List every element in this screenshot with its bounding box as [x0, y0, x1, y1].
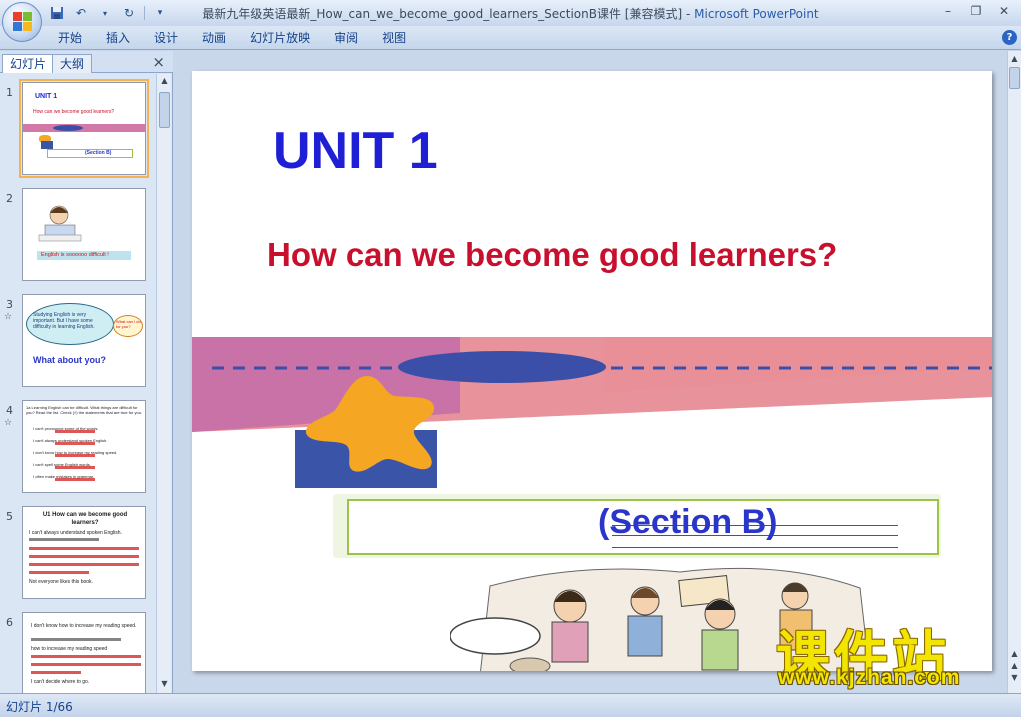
close-icon[interactable]: ✕ — [991, 2, 1017, 20]
thumb-red-line — [55, 442, 95, 445]
tab-animations[interactable]: 动画 — [190, 30, 238, 47]
minimize-icon[interactable]: – — [935, 2, 961, 20]
pane-tabs: 幻灯片 大纲 × — [0, 51, 173, 73]
thumb-chinese-line — [29, 538, 99, 541]
animation-icon: ☆ — [4, 418, 13, 428]
title-bar: ↶ ▾ ↻ ▾ 最新九年级英语最新_How_can_we_become_good… — [0, 0, 1021, 26]
section-underline — [612, 547, 898, 548]
ribbon-tabs: 开始 插入 设计 动画 幻灯片放映 审阅 视图 — [46, 30, 418, 47]
tab-insert[interactable]: 插入 — [94, 30, 142, 47]
slide-thumbnail-2[interactable]: English is soooooo difficult ! — [22, 188, 146, 281]
scroll-up-icon[interactable]: ▲ — [1009, 54, 1020, 66]
status-bar: 幻灯片 1/66 — [0, 693, 1021, 717]
tab-slides[interactable]: 幻灯片 — [2, 54, 55, 73]
office-logo-icon — [13, 12, 33, 32]
watermark-url: www.kjzhan.com — [778, 666, 961, 689]
thumbnail-scrollbar[interactable]: ▲ ▼ — [156, 74, 171, 693]
thumb-text: I don't know how to increase my reading … — [31, 623, 137, 629]
slide-section-label[interactable]: (Section B) — [598, 503, 777, 542]
slide-thumbnail-1[interactable]: UNIT 1 How can we become good learners? … — [19, 79, 149, 178]
thumb-red-line — [55, 478, 95, 481]
thumb-text: UNIT 1 — [35, 93, 58, 100]
slide-thumbnail-4[interactable]: 1a Learning English can be difficult. Wh… — [22, 400, 146, 493]
thumb-red-line — [55, 466, 95, 469]
tab-review[interactable]: 审阅 — [322, 30, 370, 47]
slide-thumbnail-3[interactable]: Studying English is very important. But … — [22, 294, 146, 387]
scrollbar-thumb[interactable] — [1009, 67, 1020, 89]
thumb-text: What about you? — [33, 355, 106, 365]
slide-counter: 幻灯片 1/66 — [6, 700, 73, 714]
thumb-red-line — [31, 663, 141, 666]
slide-number: 2 — [6, 192, 13, 205]
app-name: Microsoft PowerPoint — [694, 7, 819, 21]
thumb-text: Studying English is very important. But … — [33, 312, 95, 330]
slide-number: 4 — [6, 404, 13, 417]
thumb-ellipse — [53, 125, 83, 131]
scrollbar-thumb[interactable] — [159, 92, 170, 128]
thumbnail-list: 1 UNIT 1 How can we become good learners… — [0, 74, 155, 693]
thumb-red-line — [31, 671, 81, 674]
slide-number: 5 — [6, 510, 13, 523]
thumb-red-line — [29, 563, 139, 566]
thumb-red-line — [31, 655, 141, 658]
tab-home[interactable]: 开始 — [46, 30, 94, 47]
tab-outline[interactable]: 大纲 — [52, 54, 93, 73]
thumb-text: (Section B) — [85, 150, 112, 156]
thumb-red-line — [29, 555, 139, 558]
restore-icon[interactable]: ❐ — [963, 2, 989, 20]
tab-view[interactable]: 视图 — [370, 30, 418, 47]
slide-unit-title[interactable]: UNIT 1 — [273, 121, 438, 181]
thumb-rect — [41, 141, 53, 149]
thumb-text: I can't decide where to go. — [31, 679, 90, 685]
editor-scrollbar[interactable]: ▲ ▲ ▲ ▼ — [1007, 51, 1021, 693]
office-button[interactable] — [2, 2, 42, 42]
slide-number: 1 — [6, 86, 13, 99]
scroll-down-icon[interactable]: ▼ — [159, 679, 170, 691]
window-title: 最新九年级英语最新_How_can_we_become_good_learner… — [0, 5, 1021, 22]
tab-design[interactable]: 设计 — [142, 30, 190, 47]
thumb-text: How can we become good learners? — [33, 109, 115, 115]
scroll-up-icon[interactable]: ▲ — [159, 76, 170, 88]
slides-pane: 幻灯片 大纲 × 1 UNIT 1 How can we become good… — [0, 51, 173, 693]
thumb-text: English is soooooo difficult ! — [41, 252, 109, 258]
close-pane-icon[interactable]: × — [152, 53, 165, 71]
thumb-text: What can I do for you? — [116, 319, 141, 329]
animation-icon: ☆ — [4, 312, 13, 322]
next-slide-icon[interactable]: ▼ — [1009, 673, 1020, 685]
ribbon: 开始 插入 设计 动画 幻灯片放映 审阅 视图 ? — [0, 26, 1021, 50]
thumb-red-line — [55, 430, 95, 433]
thumb-text: I can't always understand spoken English… — [29, 530, 122, 536]
document-title: 最新九年级英语最新_How_can_we_become_good_learner… — [202, 7, 695, 21]
slide-number: 3 — [6, 298, 13, 311]
thumb-text: Not everyone likes this book. — [29, 579, 93, 585]
current-slide[interactable]: UNIT 1 How can we become good learners? … — [192, 71, 992, 671]
slide-thumbnail-6[interactable]: I don't know how to increase my reading … — [22, 612, 146, 693]
tab-slide-show[interactable]: 幻灯片放映 — [238, 30, 322, 47]
window-controls: – ❐ ✕ — [935, 2, 1017, 20]
student-illustration — [38, 205, 82, 242]
star-box-shape — [295, 376, 437, 488]
slide-thumbnail-5[interactable]: U1 How can we become good learners? I ca… — [22, 506, 146, 599]
help-icon[interactable]: ? — [1002, 30, 1017, 45]
thumb-text: 1a Learning English can be difficult. Wh… — [26, 405, 143, 415]
thumb-red-line — [55, 454, 95, 457]
thumb-red-line — [29, 571, 89, 574]
thumb-red-line — [29, 547, 139, 550]
thumb-chinese-line — [31, 638, 121, 641]
slide-editor: UNIT 1 How can we become good learners? … — [174, 51, 1007, 693]
slide-number: 6 — [6, 616, 13, 629]
previous-slide-icon[interactable]: ▲ — [1009, 649, 1020, 661]
thumb-text: U1 How can we become good learners? — [42, 512, 128, 526]
previous-slide-icon[interactable]: ▲ — [1009, 661, 1020, 673]
thumb-band — [23, 124, 145, 132]
slide-question-title[interactable]: How can we become good learners? — [267, 236, 837, 274]
thumb-text: how to increase my reading speed — [31, 646, 108, 652]
